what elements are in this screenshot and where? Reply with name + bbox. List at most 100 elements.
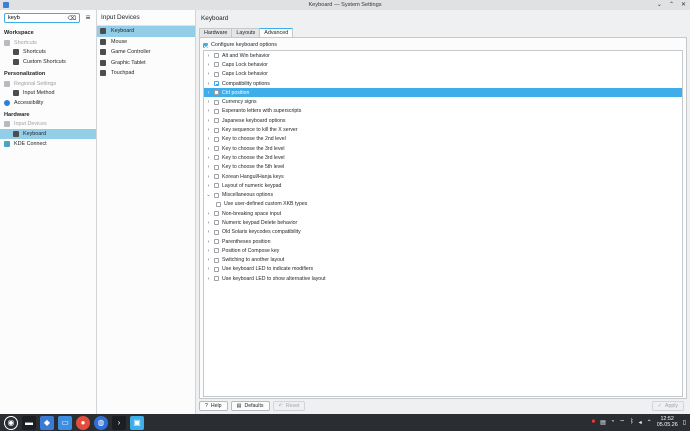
option-checkbox[interactable]: [214, 62, 219, 68]
option-row[interactable]: › Alt and Win behavior: [204, 51, 682, 60]
hamburger-menu-icon[interactable]: ≡: [84, 14, 92, 22]
option-checkbox[interactable]: [214, 183, 219, 189]
sidebar-item[interactable]: Custom Shortcuts: [0, 57, 96, 67]
chevron-right-icon[interactable]: ›: [206, 108, 211, 114]
subcategory-item[interactable]: Graphic Tablet: [97, 58, 195, 69]
option-child-row[interactable]: Use user-defined custom XKB types: [204, 200, 682, 209]
tab-advanced[interactable]: Advanced: [259, 28, 294, 37]
option-row[interactable]: › Old Solaris keycodes compatibility: [204, 228, 682, 237]
option-row[interactable]: › Ctrl position: [204, 88, 682, 98]
option-checkbox[interactable]: [214, 118, 219, 124]
chevron-right-icon[interactable]: ›: [206, 62, 211, 68]
option-checkbox[interactable]: [214, 220, 219, 226]
option-row[interactable]: › Use keyboard LED to indicate modifiers: [204, 265, 682, 274]
close-icon[interactable]: ✕: [681, 1, 686, 8]
clear-search-icon[interactable]: ⌫: [68, 15, 76, 22]
option-checkbox[interactable]: [214, 127, 219, 133]
option-row[interactable]: › Layout of numeric keypad: [204, 181, 682, 190]
chevron-right-icon[interactable]: ›: [206, 266, 211, 272]
option-checkbox[interactable]: [216, 201, 221, 207]
recording-icon[interactable]: ■: [591, 419, 595, 425]
chevron-right-icon[interactable]: ›: [206, 146, 211, 152]
system-settings-task-icon[interactable]: ▣: [130, 415, 144, 430]
option-checkbox[interactable]: [214, 53, 219, 59]
chevron-right-icon[interactable]: ›: [206, 136, 211, 142]
chevron-right-icon[interactable]: ›: [206, 99, 211, 105]
option-row[interactable]: › Non-breaking space input: [204, 209, 682, 218]
chevron-right-icon[interactable]: ›: [206, 248, 211, 254]
search-field[interactable]: ⌫: [4, 13, 80, 23]
option-checkbox[interactable]: [214, 276, 219, 282]
option-row[interactable]: › Position of Compose key: [204, 246, 682, 255]
tab-layouts[interactable]: Layouts: [231, 28, 261, 37]
reset-button[interactable]: ↶ Reset: [272, 401, 306, 411]
configure-options-row[interactable]: Configure keyboard options: [203, 42, 277, 48]
option-row[interactable]: › Key to choose the 3rd level: [204, 153, 682, 162]
option-checkbox[interactable]: [214, 99, 219, 105]
console-icon[interactable]: ›: [112, 415, 126, 430]
option-checkbox[interactable]: [214, 239, 219, 245]
option-checkbox[interactable]: [214, 266, 219, 272]
maximize-icon[interactable]: ⌃: [669, 1, 674, 8]
chrome-icon[interactable]: ●: [76, 415, 90, 430]
search-input[interactable]: [8, 15, 63, 21]
chevron-right-icon[interactable]: ›: [206, 183, 211, 189]
chevron-right-icon[interactable]: ›: [206, 155, 211, 161]
option-row[interactable]: › Key sequence to kill the X server: [204, 125, 682, 134]
option-checkbox[interactable]: [214, 257, 219, 263]
option-row[interactable]: › Currency signs: [204, 97, 682, 106]
option-row[interactable]: › Switching to another layout: [204, 256, 682, 265]
subcategory-item[interactable]: Game Controller: [97, 47, 195, 58]
chevron-right-icon[interactable]: ›: [206, 90, 211, 96]
network-icon[interactable]: ⌔: [619, 418, 625, 426]
chevron-right-icon[interactable]: ›: [206, 211, 211, 217]
chevron-right-icon[interactable]: ›: [206, 257, 211, 263]
subcategory-item[interactable]: Keyboard: [97, 26, 195, 37]
option-checkbox[interactable]: [214, 155, 219, 161]
option-row[interactable]: ⌄ Miscellaneous options: [204, 190, 682, 199]
chevron-down-icon[interactable]: ⌄: [206, 192, 211, 198]
discover-icon[interactable]: ◆: [40, 415, 54, 430]
tab-hardware[interactable]: Hardware: [199, 28, 233, 37]
configure-options-checkbox[interactable]: [203, 42, 208, 48]
tray-expand-icon[interactable]: ⌃: [647, 419, 652, 426]
chevron-right-icon[interactable]: ›: [206, 81, 211, 87]
option-row[interactable]: › Key to choose the 3rd level: [204, 144, 682, 153]
terminal-icon[interactable]: ▬: [22, 415, 36, 430]
option-row[interactable]: › Esperanto letters with superscripts: [204, 107, 682, 116]
option-checkbox[interactable]: [214, 164, 219, 170]
sidebar-item[interactable]: Input Method: [0, 88, 96, 98]
minimize-icon[interactable]: ⌄: [657, 1, 662, 8]
option-row[interactable]: › Use keyboard LED to show alternative la…: [204, 274, 682, 283]
chevron-right-icon[interactable]: ›: [206, 164, 211, 170]
option-row[interactable]: › Key to choose the 5th level: [204, 163, 682, 172]
option-row[interactable]: › Parentheses position: [204, 237, 682, 246]
browser-icon[interactable]: ◍: [94, 415, 108, 430]
sidebar-item[interactable]: Input Devices: [0, 120, 96, 130]
sidebar-item[interactable]: Shortcuts: [0, 48, 96, 58]
option-checkbox[interactable]: [214, 81, 219, 87]
option-checkbox[interactable]: [214, 108, 219, 114]
option-row[interactable]: › Compatibility options: [204, 79, 682, 88]
volume-icon[interactable]: ◂: [639, 419, 642, 426]
option-checkbox[interactable]: [214, 146, 219, 152]
clock[interactable]: 12:52 05.05.26: [657, 416, 678, 428]
option-row[interactable]: › Caps Lock behavior: [204, 70, 682, 79]
application-launcher-icon[interactable]: ◉: [4, 415, 18, 430]
option-row[interactable]: › Japanese keyboard options: [204, 116, 682, 125]
option-checkbox[interactable]: [214, 136, 219, 142]
file-manager-icon[interactable]: ▭: [58, 415, 72, 430]
option-row[interactable]: › Korean Hangul/Hanja keys: [204, 172, 682, 181]
chevron-right-icon[interactable]: ›: [206, 53, 211, 59]
subcategory-item[interactable]: Touchpad: [97, 68, 195, 79]
bluetooth-icon[interactable]: ᛒ: [630, 419, 634, 425]
chevron-right-icon[interactable]: ›: [206, 276, 211, 282]
chevron-right-icon[interactable]: ›: [206, 239, 211, 245]
chevron-right-icon[interactable]: ›: [206, 118, 211, 124]
option-row[interactable]: › Caps Lock behavior: [204, 60, 682, 69]
sidebar-item[interactable]: Accessibility: [0, 98, 96, 108]
help-button[interactable]: ? Help: [199, 401, 228, 411]
option-checkbox[interactable]: [214, 174, 219, 179]
defaults-button[interactable]: ▤ Defaults: [230, 401, 270, 411]
option-checkbox[interactable]: [214, 90, 219, 96]
